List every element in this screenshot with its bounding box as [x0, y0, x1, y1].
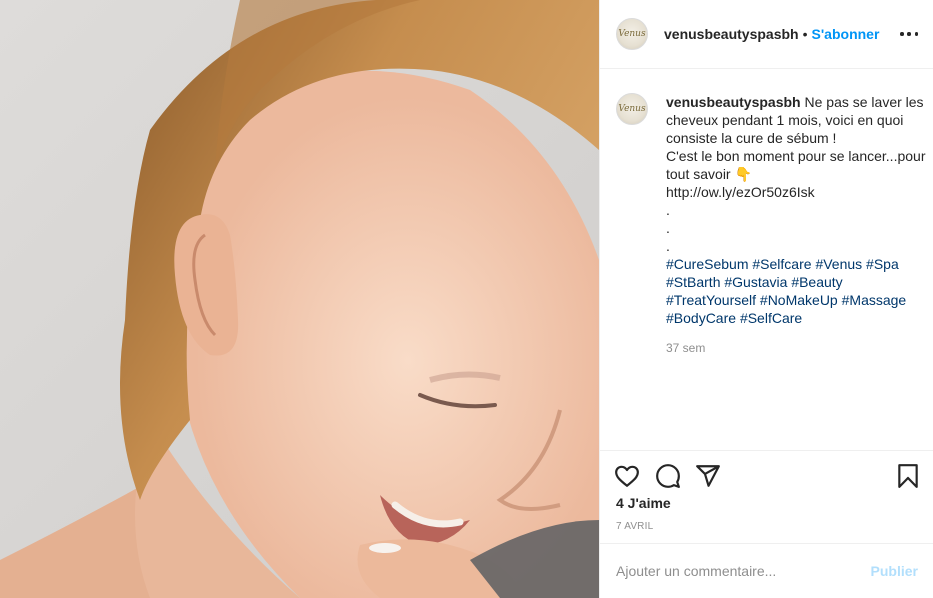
avatar-logo-text: Venus: [618, 104, 646, 114]
hashtag-link[interactable]: #StBarth: [666, 274, 720, 290]
follow-button[interactable]: S'abonner: [812, 26, 880, 42]
more-options-icon[interactable]: [900, 24, 918, 44]
post-age[interactable]: 37 sem: [666, 339, 926, 357]
caption-link[interactable]: http://ow.ly/ezOr50z6Isk: [666, 183, 926, 201]
caption-comment: Venus venusbeautyspasbh Ne pas se laver …: [616, 93, 926, 357]
post-header: Venus venusbeautyspasbh • S'abonner: [600, 0, 933, 69]
like-count[interactable]: 4 J'aime: [616, 495, 671, 511]
caption-dot-3: .: [666, 238, 670, 254]
post-panel: Venus venusbeautyspasbh • S'abonner Venu…: [599, 0, 933, 598]
hashtag-link[interactable]: #Venus: [815, 256, 862, 272]
comment-icon[interactable]: [655, 463, 681, 489]
action-bar: [600, 450, 933, 498]
publish-button[interactable]: Publier: [871, 563, 918, 579]
hashtag-link[interactable]: #BodyCare: [666, 310, 736, 326]
add-comment-bar: Publier: [600, 543, 933, 598]
hashtag-link[interactable]: #NoMakeUp: [760, 292, 838, 308]
hashtag-link[interactable]: #Selfcare: [752, 256, 811, 272]
header-username[interactable]: venusbeautyspasbh: [664, 26, 799, 42]
paper-plane-icon[interactable]: [695, 463, 721, 489]
caption-dot-2: .: [666, 220, 670, 236]
post-photo[interactable]: [0, 0, 599, 598]
hashtag-link[interactable]: #Beauty: [791, 274, 842, 290]
comment-input[interactable]: [616, 563, 871, 579]
avatar-logo-text: Venus: [618, 29, 646, 39]
caption-text: venusbeautyspasbh Ne pas se laver les ch…: [666, 93, 926, 357]
post-date: 7 avril: [616, 521, 654, 532]
hashtag-link[interactable]: #SelfCare: [740, 310, 802, 326]
hashtag-link[interactable]: #Gustavia: [724, 274, 787, 290]
caption-dot-1: .: [666, 202, 670, 218]
hashtag-list: #CureSebum #Selfcare #Venus #Spa #StBart…: [666, 255, 926, 327]
hashtag-link[interactable]: #Massage: [842, 292, 907, 308]
bookmark-icon[interactable]: [895, 463, 921, 489]
account-avatar[interactable]: Venus: [616, 18, 648, 50]
caption-line-2: C'est le bon moment pour se lancer...pou…: [666, 148, 926, 182]
caption-username[interactable]: venusbeautyspasbh: [666, 94, 801, 110]
hashtag-link[interactable]: #TreatYourself: [666, 292, 756, 308]
portrait-image: [0, 0, 599, 598]
hashtag-link[interactable]: #CureSebum: [666, 256, 749, 272]
header-separator: •: [802, 26, 808, 42]
hashtag-link[interactable]: #Spa: [866, 256, 899, 272]
caption-avatar[interactable]: Venus: [616, 93, 648, 125]
heart-icon[interactable]: [614, 463, 640, 489]
